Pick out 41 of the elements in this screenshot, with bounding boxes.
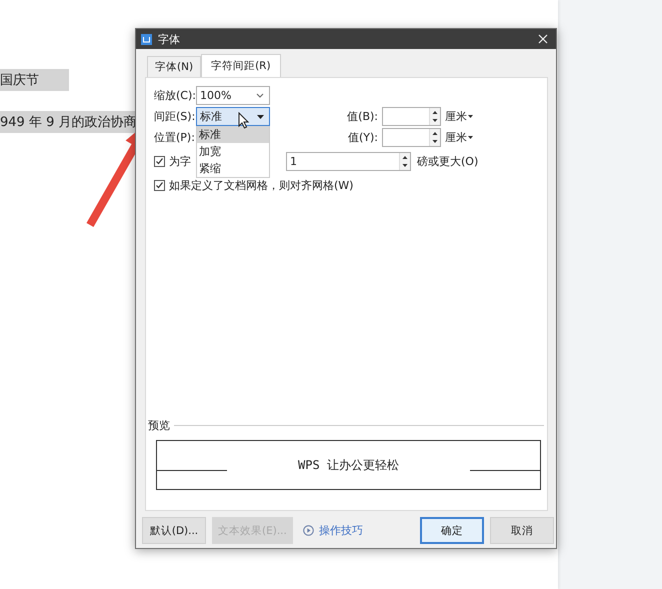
spin-buttons[interactable] [429,108,440,125]
unit-dropdown[interactable]: 厘米 [445,130,473,145]
dialog-button[interactable]: 取消 [490,517,554,544]
document-text: 国庆节 [0,69,69,91]
spin-buttons[interactable] [399,153,410,170]
dropdown-option[interactable]: 加宽 [197,143,269,160]
field-label: 位置(P): [154,130,196,145]
checkbox[interactable] [154,156,165,167]
close-icon[interactable] [538,34,548,44]
field-label: 磅或更大(O) [417,154,478,169]
mouse-cursor-icon [238,112,250,129]
dropdown-option[interactable]: 标准 [197,126,269,143]
field-label: 间距(S): [154,109,196,124]
chevron-icon [256,93,264,98]
checkbox-label: 为字 [169,154,191,169]
value-field[interactable] [382,107,441,126]
caret-icon [468,136,473,139]
window-title: 字体 [158,32,180,46]
scale-dropdown[interactable]: 100% [196,86,270,105]
spin-buttons[interactable] [429,129,440,146]
dialog-button[interactable]: 确定 [420,517,484,544]
play-icon [302,525,314,536]
caret-icon [468,115,473,118]
field-label: 缩放(C): [154,88,196,103]
spacing-dropdown[interactable]: 标准 [196,107,270,126]
unit-dropdown[interactable]: 厘米 [445,109,473,124]
caret-icon [257,114,264,118]
tips-link[interactable]: 操作技巧 [318,523,363,538]
section-label: 预览 [148,418,170,433]
field-label: 值(Y): [348,130,378,145]
value-field[interactable] [382,128,441,147]
field-label: 值(B): [347,109,378,124]
checkbox-label: 如果定义了文档网格，则对齐网格(W) [169,178,354,193]
preview-text: WPS 让办公更轻松 [297,456,400,474]
tab[interactable]: 字符间距(R) [201,54,281,77]
tab[interactable]: 字体(N) [147,56,202,77]
points-field[interactable]: 1 [286,152,411,171]
app-icon [141,34,152,44]
checkbox[interactable] [154,180,165,191]
dialog-button[interactable]: 默认(D)... [142,517,206,544]
dropdown-option[interactable]: 紧缩 [197,160,269,177]
